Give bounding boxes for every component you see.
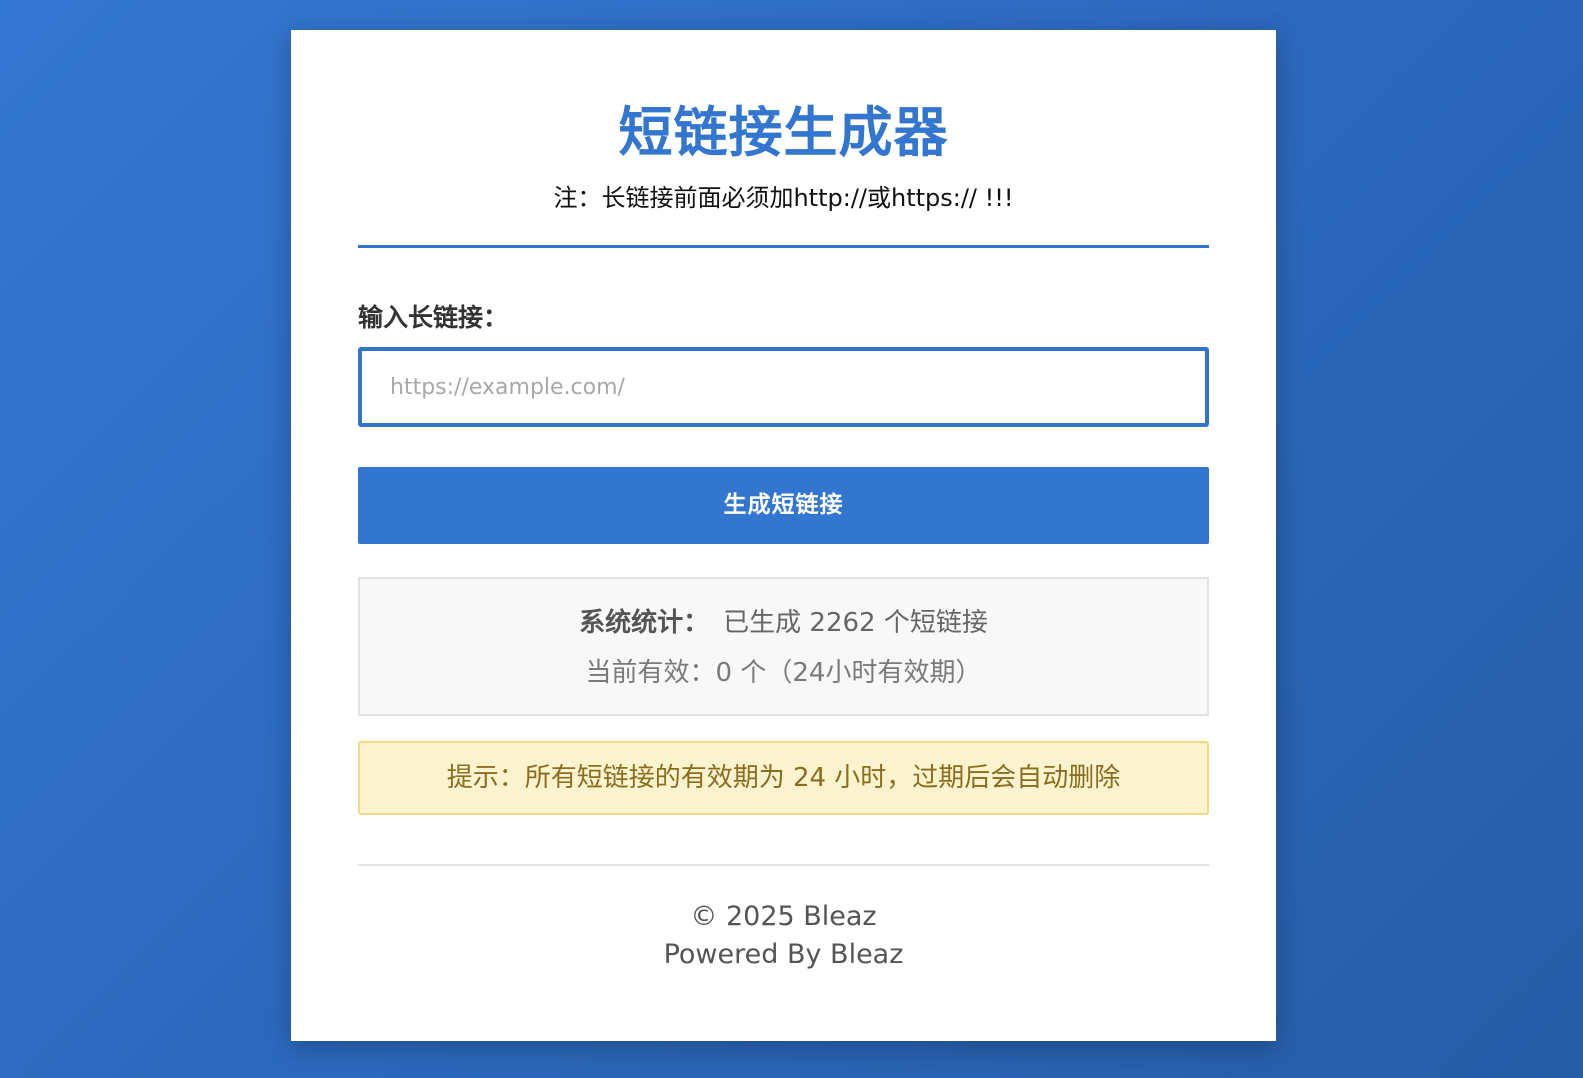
title-divider <box>358 245 1209 248</box>
stats-generated-line: 系统统计： 已生成 2262 个短链接 <box>360 603 1207 643</box>
long-url-input[interactable] <box>358 347 1209 427</box>
page-title: 短链接生成器 <box>618 101 949 164</box>
expiry-tip-banner: 提示：所有短链接的有效期为 24 小时，过期后会自动删除 <box>358 741 1209 815</box>
footer-powered-by: Powered By Bleaz <box>663 939 904 970</box>
stats-label: 系统统计： <box>579 608 710 638</box>
main-card: 短链接生成器 注：长链接前面必须加http://或https:// !!! 输入… <box>291 30 1276 1041</box>
stats-active-count: 当前有效：0 个（24小时有效期） <box>585 658 982 688</box>
generate-short-link-button[interactable]: 生成短链接 <box>358 467 1209 544</box>
stats-panel: 系统统计： 已生成 2262 个短链接 当前有效：0 个（24小时有效期） <box>358 577 1209 716</box>
stats-generated-count: 已生成 2262 个短链接 <box>723 608 988 638</box>
footer-divider <box>358 864 1209 866</box>
footer-copyright: © 2025 Bleaz <box>690 901 877 932</box>
url-format-note: 注：长链接前面必须加http://或https:// !!! <box>553 184 1014 212</box>
long-url-label: 输入长链接： <box>358 303 509 332</box>
footer: © 2025 Bleaz Powered By Bleaz <box>358 898 1209 974</box>
